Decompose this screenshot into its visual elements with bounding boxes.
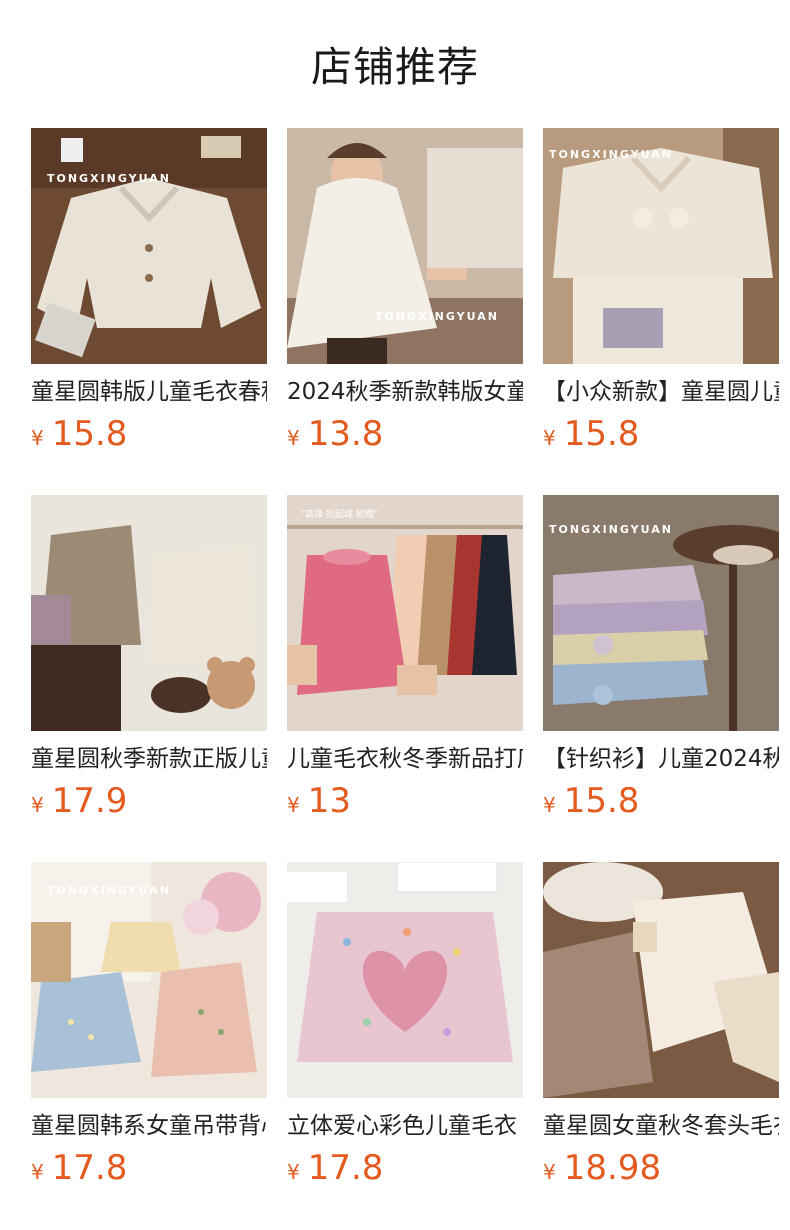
price-value: 13.8 (307, 414, 384, 454)
price-value: 17.9 (51, 781, 128, 821)
product-title[interactable]: 童星圆女童秋冬套头毛衣 (543, 1110, 779, 1142)
watermark-text: TONGXINGYUAN (375, 310, 499, 323)
currency-symbol: ¥ (31, 1160, 44, 1184)
product-image[interactable] (31, 495, 267, 731)
price-value: 15.8 (563, 781, 640, 821)
price-value: 17.8 (51, 1148, 128, 1188)
watermark-text: TONGXINGYUAN (549, 148, 673, 161)
product-price: ¥15.8 (31, 412, 267, 456)
product-title[interactable]: 2024秋季新款韩版女童 (287, 376, 523, 408)
price-value: 15.8 (563, 414, 640, 454)
product-image[interactable] (543, 862, 779, 1098)
currency-symbol: ¥ (31, 793, 44, 817)
product-image[interactable]: TONGXINGYUAN (543, 128, 779, 364)
product-price: ¥17.8 (31, 1146, 267, 1190)
product-image[interactable] (287, 862, 523, 1098)
product-card[interactable]: TONGXINGYUAN 2024秋季新款韩版女童 ¥13.8 (287, 128, 523, 456)
price-value: 18.98 (563, 1148, 662, 1188)
product-price: ¥15.8 (543, 412, 779, 456)
currency-symbol: ¥ (287, 426, 300, 450)
product-image[interactable]: TONGXINGYUAN (31, 862, 267, 1098)
section-title: 店铺推荐 (311, 43, 479, 91)
watermark-text: TONGXINGYUAN (47, 172, 171, 185)
watermark-text: TONGXINGYUAN (47, 884, 171, 897)
price-value: 15.8 (51, 414, 128, 454)
product-card[interactable]: 立体爱心彩色儿童毛衣 ¥17.8 (287, 862, 523, 1190)
product-card[interactable]: "高弹 抗起球 软糯" 儿童毛衣秋冬季新品打底 ¥13 (287, 495, 523, 823)
product-image[interactable]: TONGXINGYUAN (31, 128, 267, 364)
product-card[interactable]: TONGXINGYUAN 童星圆韩版儿童毛衣春秋 ¥15.8 (31, 128, 267, 456)
product-image[interactable]: TONGXINGYUAN (287, 128, 523, 364)
currency-symbol: ¥ (31, 426, 44, 450)
currency-symbol: ¥ (543, 793, 556, 817)
price-value: 17.8 (307, 1148, 384, 1188)
product-price: ¥18.98 (543, 1146, 779, 1190)
watermark-text: TONGXINGYUAN (549, 523, 673, 536)
currency-symbol: ¥ (543, 426, 556, 450)
product-price: ¥17.8 (287, 1146, 523, 1190)
product-title[interactable]: 童星圆韩版儿童毛衣春秋 (31, 376, 267, 408)
product-title[interactable]: 儿童毛衣秋冬季新品打底 (287, 743, 523, 775)
product-card[interactable]: 童星圆秋季新款正版儿童 ¥17.9 (31, 495, 267, 823)
product-card[interactable]: TONGXINGYUAN 【小众新款】童星圆儿童 ¥15.8 (543, 128, 779, 456)
product-price: ¥15.8 (543, 779, 779, 823)
currency-symbol: ¥ (287, 1160, 300, 1184)
product-image[interactable]: "高弹 抗起球 软糯" (287, 495, 523, 731)
product-price: ¥13 (287, 779, 523, 823)
product-card[interactable]: 童星圆女童秋冬套头毛衣 ¥18.98 (543, 862, 779, 1190)
product-title[interactable]: 童星圆秋季新款正版儿童 (31, 743, 267, 775)
section-header: 店铺推荐 (0, 0, 790, 128)
photo-caption: "高弹 抗起球 软糯" (301, 508, 378, 520)
product-title[interactable]: 【针织衫】儿童2024秋 (543, 743, 779, 775)
product-title[interactable]: 立体爱心彩色儿童毛衣 (287, 1110, 523, 1142)
product-image[interactable]: TONGXINGYUAN (543, 495, 779, 731)
product-price: ¥17.9 (31, 779, 267, 823)
currency-symbol: ¥ (287, 793, 300, 817)
product-title[interactable]: 【小众新款】童星圆儿童 (543, 376, 779, 408)
product-card[interactable]: TONGXINGYUAN 【针织衫】儿童2024秋 ¥15.8 (543, 495, 779, 823)
product-price: ¥13.8 (287, 412, 523, 456)
product-card[interactable]: TONGXINGYUAN 童星圆韩系女童吊带背心 ¥17.8 (31, 862, 267, 1190)
currency-symbol: ¥ (543, 1160, 556, 1184)
price-value: 13 (307, 781, 351, 821)
product-title[interactable]: 童星圆韩系女童吊带背心 (31, 1110, 267, 1142)
